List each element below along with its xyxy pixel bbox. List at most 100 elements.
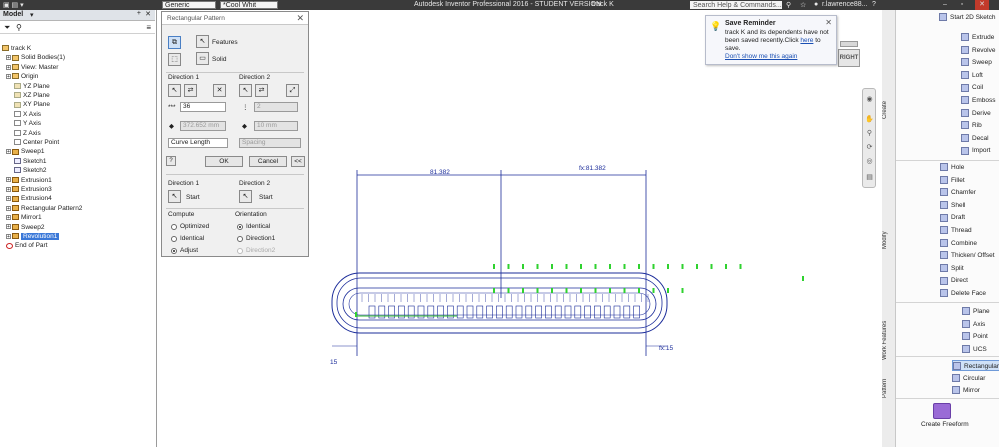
dir1-path-button[interactable]: ↖ [168, 84, 181, 97]
look-at-icon[interactable]: ◎ [865, 157, 874, 166]
ribbon-button-circular[interactable]: Circular [952, 373, 985, 384]
viewcube[interactable]: RIGHT [838, 41, 860, 71]
tree-item[interactable]: Y Axis [14, 119, 41, 128]
ribbon-button-chamfer[interactable]: Chamfer [940, 187, 976, 198]
more-button[interactable]: << [291, 156, 305, 167]
tree-item[interactable]: Center Point [14, 138, 59, 147]
ribbon-button-thread[interactable]: Thread [940, 225, 972, 236]
dimension-bottom-right[interactable]: fx:15 [659, 345, 673, 352]
ribbon-button-mirror[interactable]: Mirror [952, 385, 980, 396]
minimize-button[interactable]: – [938, 0, 952, 10]
tree-item[interactable]: + Extrusion4 [6, 194, 52, 203]
dir2-count-input[interactable]: 2 [254, 102, 298, 112]
tree-item[interactable]: End of Part [6, 241, 48, 250]
expand-icon[interactable]: + [6, 214, 11, 220]
viewcube-top[interactable] [840, 41, 858, 47]
ribbon-button-split[interactable]: Split [940, 263, 964, 274]
dir2-length-input[interactable]: 10 mm [254, 121, 298, 131]
tree-item[interactable]: + Rectangular Pattern2 [6, 204, 82, 213]
solid-select-button[interactable]: ▭ [196, 52, 209, 65]
ribbon-button-combine[interactable]: Combine [940, 238, 977, 249]
orientation-direction1-radio[interactable] [237, 236, 243, 242]
ribbon-button-draft[interactable]: Draft [940, 212, 965, 223]
find-icon[interactable]: ⚲ [16, 23, 22, 32]
ribbon-button-rectangular[interactable]: Rectangular [952, 360, 999, 371]
orbit-icon[interactable]: ⟳ [865, 143, 874, 152]
ribbon-button-axis[interactable]: Axis [962, 319, 985, 330]
tree-item[interactable]: track K [2, 44, 31, 53]
freeform-icon[interactable] [933, 403, 951, 419]
ribbon-button-revolve[interactable]: Revolve [961, 45, 995, 56]
ribbon-button-point[interactable]: Point [962, 331, 988, 342]
tree-item[interactable]: Sketch2 [14, 166, 47, 175]
solid-mode-button[interactable]: ⬚ [168, 53, 181, 66]
browser-header[interactable]: Model ▾ + ✕ [0, 10, 155, 21]
ribbon-button-plane[interactable]: Plane [962, 306, 990, 317]
tree-item[interactable]: + Sweep2 [6, 223, 45, 232]
expand-icon[interactable]: + [6, 177, 11, 183]
tree-item[interactable]: + Revolution1 [6, 232, 60, 241]
tree-item[interactable]: Z Axis [14, 129, 41, 138]
dir2-midplane-button[interactable]: ⤢ [286, 84, 299, 97]
expand-icon[interactable]: + [6, 233, 11, 239]
ribbon-button-shell[interactable]: Shell [940, 200, 965, 211]
ribbon-button-sweep[interactable]: Sweep [961, 57, 992, 68]
search-icon[interactable]: ⚲ [786, 1, 791, 9]
tree-item[interactable]: + Origin [6, 72, 38, 81]
filter-icon[interactable]: ⏷ [4, 23, 10, 33]
ribbon-button-rib[interactable]: Rib [961, 120, 982, 131]
app-menu-icon[interactable]: ▣ ▤ ▾ [3, 1, 24, 9]
favorite-icon[interactable]: ☆ [800, 1, 806, 9]
tab-modify[interactable]: Modify [882, 220, 896, 260]
view-face-icon[interactable]: ▤ [865, 173, 874, 182]
reminder-close-icon[interactable]: ✕ [825, 18, 832, 27]
dir1-length-input[interactable]: 372.652 mm [180, 121, 226, 131]
expand-icon[interactable]: + [6, 205, 11, 211]
dir2-start-button[interactable]: ↖ [239, 190, 252, 203]
ribbon-button-extrude[interactable]: Extrude [961, 32, 994, 43]
material-combo[interactable]: Generic [162, 1, 216, 9]
ribbon-button-decal[interactable]: Decal [961, 133, 989, 144]
ribbon-button-direct[interactable]: Direct [940, 275, 968, 286]
search-input[interactable]: Search Help & Commands... [690, 1, 782, 9]
close-button[interactable]: ✕ [975, 0, 989, 10]
tree-item[interactable]: Sketch1 [14, 157, 47, 166]
orientation-identical-radio[interactable] [237, 224, 243, 230]
ribbon-button-ucs[interactable]: UCS [962, 344, 987, 355]
dir1-count-input[interactable]: 36 [180, 102, 226, 112]
expand-icon[interactable]: + [6, 224, 11, 230]
dimension-right[interactable]: fx:81.382 [579, 165, 606, 172]
compute-adjust-radio[interactable] [171, 248, 177, 254]
tree-item[interactable]: + View: Master [6, 63, 58, 72]
dir1-midplane-button[interactable]: ✕ [213, 84, 226, 97]
expand-icon[interactable]: + [6, 186, 11, 192]
expand-icon[interactable]: + [6, 64, 11, 70]
expand-icon[interactable]: + [6, 196, 11, 202]
menu-icon[interactable]: ≡ [146, 23, 151, 32]
tree-item[interactable]: + Sweep1 [6, 147, 45, 156]
dialog-close-icon[interactable]: ✕ [296, 13, 304, 24]
tree-item[interactable]: + Extrusion1 [6, 176, 52, 185]
close-panel-icon[interactable]: ✕ [145, 10, 151, 18]
dir1-start-button[interactable]: ↖ [168, 190, 181, 203]
viewcube-face-right[interactable]: RIGHT [838, 49, 860, 67]
dir1-method-select[interactable]: Curve Length [168, 138, 228, 148]
cancel-button[interactable]: Cancel [249, 156, 287, 167]
dimension-bottom-left[interactable]: 15 [330, 359, 337, 366]
tab-pattern[interactable]: Pattern [882, 372, 896, 404]
ribbon-button-loft[interactable]: Loft [961, 70, 983, 81]
tree-item[interactable]: + Solid Bodies(1) [6, 53, 65, 62]
ribbon-button-delete-face[interactable]: Delete Face [940, 288, 986, 299]
chevron-down-icon[interactable]: ▾ [30, 11, 34, 19]
save-here-link[interactable]: here [800, 37, 813, 44]
user-name[interactable]: r.lawrence88... [822, 1, 868, 8]
tree-item[interactable]: XY Plane [14, 100, 50, 109]
tree-item[interactable]: X Axis [14, 110, 41, 119]
steering-wheel-icon[interactable]: ◉ [865, 95, 874, 104]
dir2-flip-button[interactable]: ⇄ [255, 84, 268, 97]
expand-icon[interactable]: + [6, 73, 11, 79]
ribbon-button-hole[interactable]: Hole [940, 162, 964, 173]
tab-create[interactable]: Create [882, 90, 896, 130]
maximize-button[interactable]: ▫ [955, 0, 969, 10]
ribbon-button-import[interactable]: Import [961, 145, 990, 156]
